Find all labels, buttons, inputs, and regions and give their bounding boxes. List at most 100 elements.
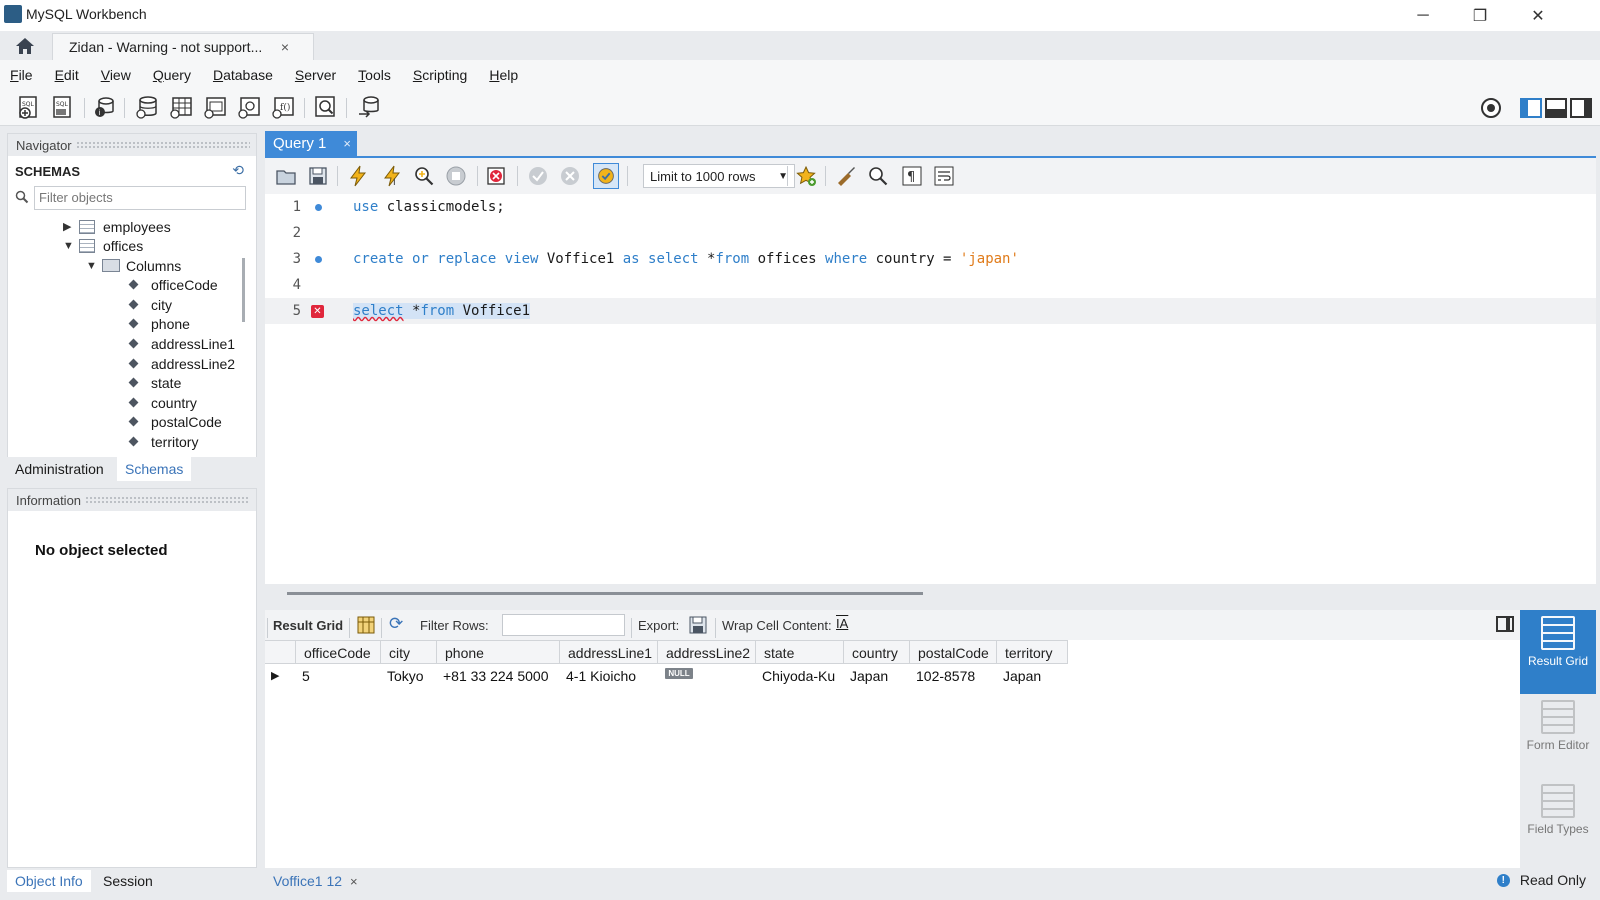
result-grid[interactable]: officeCode city phone addressLine1 addre…: [265, 640, 1520, 868]
limit-rows-select[interactable]: Limit to 1000 rows ▼: [643, 164, 795, 188]
inspector-icon[interactable]: i: [92, 94, 118, 120]
column-header[interactable]: phone: [437, 640, 560, 664]
column-item[interactable]: territory: [128, 432, 198, 451]
code-line[interactable]: 2: [265, 220, 1596, 246]
code-line[interactable]: 3 create or replace view Voffice1 as sel…: [265, 246, 1596, 272]
toggle-output-icon[interactable]: [1545, 98, 1567, 118]
filter-objects-input[interactable]: Filter objects: [34, 186, 246, 210]
table-cell[interactable]: Japan: [997, 664, 1047, 688]
open-sql-script-icon[interactable]: SQL: [50, 94, 76, 120]
toggle-sidebar-icon[interactable]: [1520, 98, 1542, 118]
form-editor-button[interactable]: Form Editor: [1520, 694, 1596, 778]
save-icon[interactable]: [307, 165, 329, 187]
column-item[interactable]: country: [128, 393, 197, 412]
table-cell[interactable]: Tokyo: [381, 664, 430, 688]
editor-horizontal-scrollbar[interactable]: [287, 592, 923, 595]
tree-item-employees[interactable]: ▶ employees: [63, 217, 171, 236]
field-types-button[interactable]: Field Types: [1520, 778, 1596, 862]
invisible-chars-icon[interactable]: ¶: [901, 165, 923, 187]
tree-scrollbar[interactable]: [242, 258, 245, 322]
create-view-icon[interactable]: [202, 94, 228, 120]
menu-edit[interactable]: Edit: [55, 67, 79, 83]
explain-icon[interactable]: [413, 165, 435, 187]
column-header[interactable]: state: [756, 640, 844, 664]
sql-editor[interactable]: 1 use classicmodels; 2 3 create or repla…: [265, 194, 1596, 584]
refresh-schemas-icon[interactable]: ⟲: [232, 162, 244, 179]
word-wrap-icon[interactable]: [933, 165, 955, 187]
open-file-icon[interactable]: [275, 165, 297, 187]
code-line[interactable]: 4: [265, 272, 1596, 298]
tab-session[interactable]: Session: [95, 870, 161, 892]
column-item[interactable]: city: [128, 295, 172, 314]
tree-item-offices[interactable]: ▼ offices: [63, 236, 143, 255]
menu-help[interactable]: Help: [489, 67, 518, 83]
grid-columns-icon[interactable]: [357, 616, 375, 634]
search-table-data-icon[interactable]: [312, 94, 338, 120]
tab-query-1[interactable]: Query 1 ×: [265, 131, 357, 156]
column-header[interactable]: postalCode: [910, 640, 997, 664]
column-header[interactable]: officeCode: [296, 640, 381, 664]
close-button[interactable]: ✕: [1515, 0, 1561, 31]
column-item[interactable]: postalCode: [128, 412, 222, 431]
close-tab-icon[interactable]: ×: [281, 39, 289, 55]
error-marker-icon[interactable]: ✕: [311, 304, 324, 318]
new-sql-tab-icon[interactable]: SQL: [16, 94, 42, 120]
collapse-arrow-icon[interactable]: ▼: [86, 260, 97, 272]
connection-tab[interactable]: Zidan - Warning - not support... ×: [52, 33, 314, 60]
export-icon[interactable]: [688, 615, 708, 635]
tab-object-info[interactable]: Object Info: [7, 870, 91, 892]
close-tab-icon[interactable]: ×: [350, 874, 358, 889]
column-item[interactable]: addressLine2: [128, 354, 235, 373]
menu-scripting[interactable]: Scripting: [413, 67, 467, 83]
create-schema-icon[interactable]: [134, 94, 160, 120]
tab-schemas[interactable]: Schemas: [117, 457, 192, 481]
create-function-icon[interactable]: f(): [270, 94, 296, 120]
execute-current-icon[interactable]: I: [381, 165, 403, 187]
find-replace-icon[interactable]: [867, 165, 889, 187]
filter-rows-input[interactable]: [502, 614, 625, 636]
toggle-secondary-sidebar-icon[interactable]: [1570, 98, 1592, 118]
add-snippet-icon[interactable]: [795, 165, 817, 187]
stop-icon[interactable]: [445, 165, 467, 187]
column-item[interactable]: addressLine1: [128, 334, 235, 353]
toggle-autocommit-icon[interactable]: [593, 163, 619, 189]
refresh-icon[interactable]: ⟳: [389, 614, 403, 634]
menu-query[interactable]: Query: [153, 67, 191, 83]
table-cell[interactable]: 5: [296, 664, 316, 688]
table-cell[interactable]: +81 33 224 5000: [437, 664, 555, 688]
restore-button[interactable]: ❐: [1457, 0, 1503, 31]
menu-file[interactable]: File: [10, 67, 33, 83]
table-cell[interactable]: Japan: [844, 664, 894, 688]
settings-icon[interactable]: [1478, 95, 1504, 121]
expand-arrow-icon[interactable]: ▶: [63, 220, 73, 233]
column-header[interactable]: addressLine2: [658, 640, 756, 664]
home-icon[interactable]: [10, 34, 40, 58]
code-line-current[interactable]: 5 ✕ select *from Voffice1: [265, 298, 1596, 324]
table-cell[interactable]: Chiyoda-Ku: [756, 664, 841, 688]
column-header[interactable]: country: [844, 640, 910, 664]
menu-view[interactable]: View: [101, 67, 131, 83]
toggle-continue-on-error-icon[interactable]: [485, 165, 507, 187]
reconnect-icon[interactable]: [356, 94, 382, 120]
menu-server[interactable]: Server: [295, 67, 336, 83]
beautify-icon[interactable]: [835, 165, 857, 187]
collapse-arrow-icon[interactable]: ▼: [63, 240, 74, 252]
toggle-result-panel-icon[interactable]: [1496, 616, 1514, 632]
code-line[interactable]: 1 use classicmodels;: [265, 194, 1596, 220]
create-table-icon[interactable]: [168, 94, 194, 120]
wrap-cell-icon[interactable]: IA: [836, 616, 848, 631]
tab-result-voffice1[interactable]: Voffice1 12 ×: [265, 870, 366, 892]
table-cell[interactable]: 4-1 Kioicho: [560, 664, 642, 688]
result-grid-view-button[interactable]: Result Grid: [1520, 610, 1596, 694]
column-header[interactable]: city: [381, 640, 437, 664]
column-item[interactable]: phone: [128, 314, 190, 333]
menu-database[interactable]: Database: [213, 67, 273, 83]
tree-item-columns[interactable]: ▼ Columns: [86, 256, 181, 275]
commit-icon[interactable]: [527, 165, 549, 187]
create-procedure-icon[interactable]: [236, 94, 262, 120]
menu-tools[interactable]: Tools: [358, 67, 391, 83]
minimize-button[interactable]: ─: [1400, 0, 1446, 31]
close-tab-icon[interactable]: ×: [343, 136, 351, 151]
rollback-icon[interactable]: [559, 165, 581, 187]
execute-all-icon[interactable]: [347, 165, 369, 187]
